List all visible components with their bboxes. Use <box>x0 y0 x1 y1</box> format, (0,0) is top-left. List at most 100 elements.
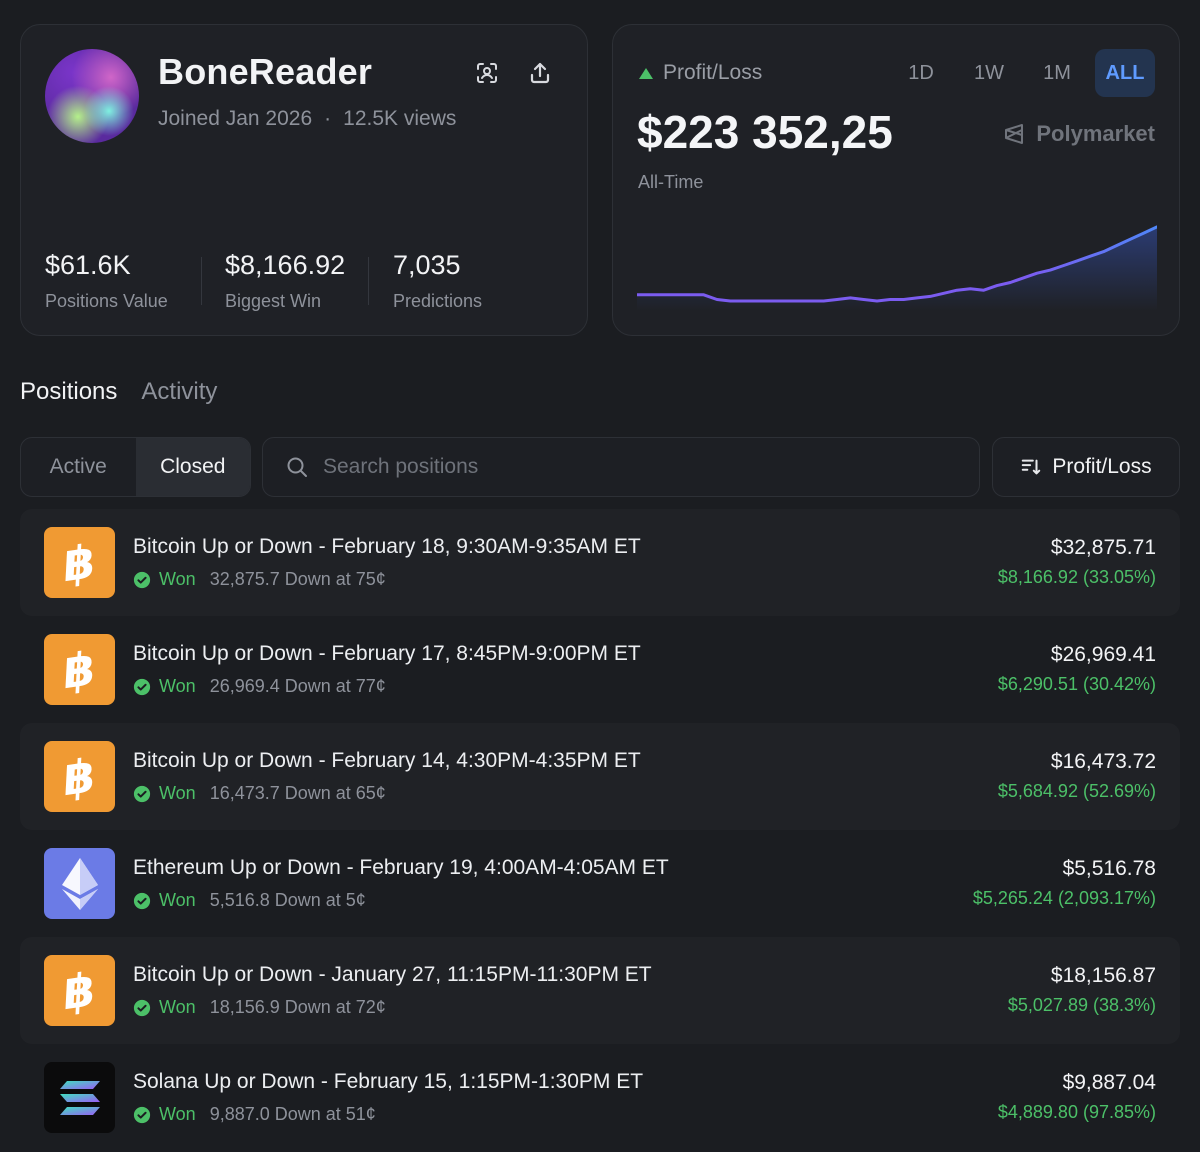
position-title: Solana Up or Down - February 15, 1:15PM-… <box>133 1070 644 1093</box>
bitcoin-logo-icon: ฿ <box>44 634 115 705</box>
position-row[interactable]: ฿ Bitcoin Up or Down - February 18, 9:30… <box>20 509 1180 616</box>
stat-label: Positions Value <box>45 291 168 311</box>
brand-name: Polymarket <box>1036 121 1155 146</box>
polymarket-brand: Polymarket <box>1002 121 1155 147</box>
position-gain: $8,166.92 (33.05%) <box>997 567 1156 587</box>
up-triangle-icon <box>639 67 653 79</box>
pnl-label-text: Profit/Loss <box>663 61 763 84</box>
position-amount: $5,516.78 <box>1062 857 1156 880</box>
position-subtitle: Won 26,969.4 Down at 77¢ <box>133 676 386 697</box>
position-detail: 9,887.0 Down at 51¢ <box>209 1104 376 1124</box>
positions-list: ฿ Bitcoin Up or Down - February 18, 9:30… <box>20 509 1180 1151</box>
check-circle-icon <box>133 678 151 695</box>
bitcoin-logo-icon: ฿ <box>44 527 115 598</box>
dot-separator: · <box>324 107 332 130</box>
status-label: Won <box>159 783 196 803</box>
upload-share-icon <box>530 62 550 84</box>
scan-profile-button[interactable] <box>473 59 501 87</box>
position-gain: $4,889.80 (97.85%) <box>997 1102 1156 1122</box>
position-detail: 5,516.8 Down at 5¢ <box>209 890 366 910</box>
position-amount: $9,887.04 <box>1062 1071 1156 1094</box>
position-amount: $16,473.72 <box>1050 750 1156 773</box>
position-amount: $26,969.41 <box>1050 643 1156 666</box>
bitcoin-symbol-icon: ฿ <box>59 533 100 592</box>
range-tab-1d[interactable]: 1D <box>891 49 951 97</box>
pnl-chart <box>637 225 1157 311</box>
position-gain: $5,265.24 (2,093.17%) <box>972 888 1156 908</box>
stat-label: Predictions <box>393 291 483 311</box>
solana-logo-icon <box>44 1062 115 1133</box>
view-count: 12.5K views <box>343 107 457 130</box>
pnl-label: Profit/Loss <box>639 61 762 85</box>
joined-date: Joined Jan 2026 <box>158 107 313 130</box>
position-title: Ethereum Up or Down - February 19, 4:00A… <box>133 856 669 879</box>
position-detail: 26,969.4 Down at 77¢ <box>209 676 386 696</box>
status-label: Won <box>159 890 196 910</box>
range-tab-1w[interactable]: 1W <box>959 49 1019 97</box>
position-gain: $6,290.51 (30.42%) <box>997 674 1156 694</box>
position-detail: 32,875.7 Down at 75¢ <box>209 569 386 589</box>
position-title: Bitcoin Up or Down - January 27, 11:15PM… <box>133 963 652 986</box>
check-circle-icon <box>133 892 151 909</box>
avatar[interactable] <box>45 49 139 143</box>
position-title: Bitcoin Up or Down - February 14, 4:30PM… <box>133 749 641 772</box>
check-circle-icon <box>133 785 151 802</box>
position-title: Bitcoin Up or Down - February 17, 8:45PM… <box>133 642 641 665</box>
profile-meta: Joined Jan 2026 · 12.5K views <box>158 107 456 131</box>
pnl-value: $223 352,25 <box>637 106 893 158</box>
scan-face-icon <box>477 63 497 83</box>
position-subtitle: Won 9,887.0 Down at 51¢ <box>133 1104 376 1125</box>
status-label: Won <box>159 676 196 696</box>
stat-positions-value: $61.6K Positions Value <box>45 250 168 312</box>
position-row[interactable]: ฿ Bitcoin Up or Down - January 27, 11:15… <box>20 937 1180 1044</box>
position-gain: $5,684.92 (52.69%) <box>997 781 1156 801</box>
tab-activity[interactable]: Activity <box>141 378 217 406</box>
status-label: Won <box>159 569 196 589</box>
filter-closed[interactable]: Closed <box>135 438 250 496</box>
ethereum-logo-icon <box>44 848 115 919</box>
position-row[interactable]: Solana Up or Down - February 15, 1:15PM-… <box>20 1044 1180 1151</box>
position-subtitle: Won 32,875.7 Down at 75¢ <box>133 569 386 590</box>
bitcoin-symbol-icon: ฿ <box>59 640 100 699</box>
check-circle-icon <box>133 999 151 1016</box>
range-tabs: 1D 1W 1M ALL <box>891 49 1155 97</box>
profile-card: BoneReader Joined Jan 2026 · 12.5K views $… <box>20 24 588 336</box>
position-row[interactable]: ฿ Bitcoin Up or Down - February 17, 8:45… <box>20 616 1180 723</box>
filter-active[interactable]: Active <box>21 438 136 496</box>
ethereum-diamond-icon <box>61 857 98 910</box>
stat-label: Biggest Win <box>225 291 322 311</box>
search-box <box>262 437 980 497</box>
position-title: Bitcoin Up or Down - February 18, 9:30AM… <box>133 535 641 558</box>
search-input[interactable] <box>323 455 923 479</box>
position-filter: Active Closed <box>20 437 251 497</box>
section-tabs: Positions Activity <box>20 378 217 406</box>
range-tab-all[interactable]: ALL <box>1095 49 1155 97</box>
polymarket-logo-icon <box>1005 124 1024 144</box>
stat-value: 7,035 <box>393 250 461 280</box>
search-icon <box>285 455 309 479</box>
position-subtitle: Won 16,473.7 Down at 65¢ <box>133 783 386 804</box>
position-amount: $32,875.71 <box>1050 536 1156 559</box>
bitcoin-symbol-icon: ฿ <box>59 747 100 806</box>
pnl-card: Profit/Loss 1D 1W 1M ALL $223 352,25 All… <box>612 24 1180 336</box>
position-detail: 18,156.9 Down at 72¢ <box>209 997 386 1017</box>
range-tab-1m[interactable]: 1M <box>1027 49 1087 97</box>
bitcoin-symbol-icon: ฿ <box>59 961 100 1020</box>
divider <box>201 257 202 305</box>
stat-value: $8,166.92 <box>225 250 346 280</box>
tab-positions[interactable]: Positions <box>20 378 117 406</box>
solana-bars-icon <box>59 1080 100 1115</box>
bitcoin-logo-icon: ฿ <box>44 741 115 812</box>
sort-icon <box>1022 459 1041 475</box>
username: BoneReader <box>158 51 373 92</box>
position-row[interactable]: ฿ Bitcoin Up or Down - February 14, 4:30… <box>20 723 1180 830</box>
sort-button[interactable]: Profit/Loss <box>992 437 1180 497</box>
pnl-period: All-Time <box>638 172 704 192</box>
stat-predictions: 7,035 Predictions <box>393 250 482 312</box>
position-detail: 16,473.7 Down at 65¢ <box>209 783 386 803</box>
position-row[interactable]: Ethereum Up or Down - February 19, 4:00A… <box>20 830 1180 937</box>
bitcoin-logo-icon: ฿ <box>44 955 115 1026</box>
sort-label: Profit/Loss <box>1052 455 1152 478</box>
share-button[interactable] <box>526 59 554 87</box>
divider <box>368 257 369 305</box>
